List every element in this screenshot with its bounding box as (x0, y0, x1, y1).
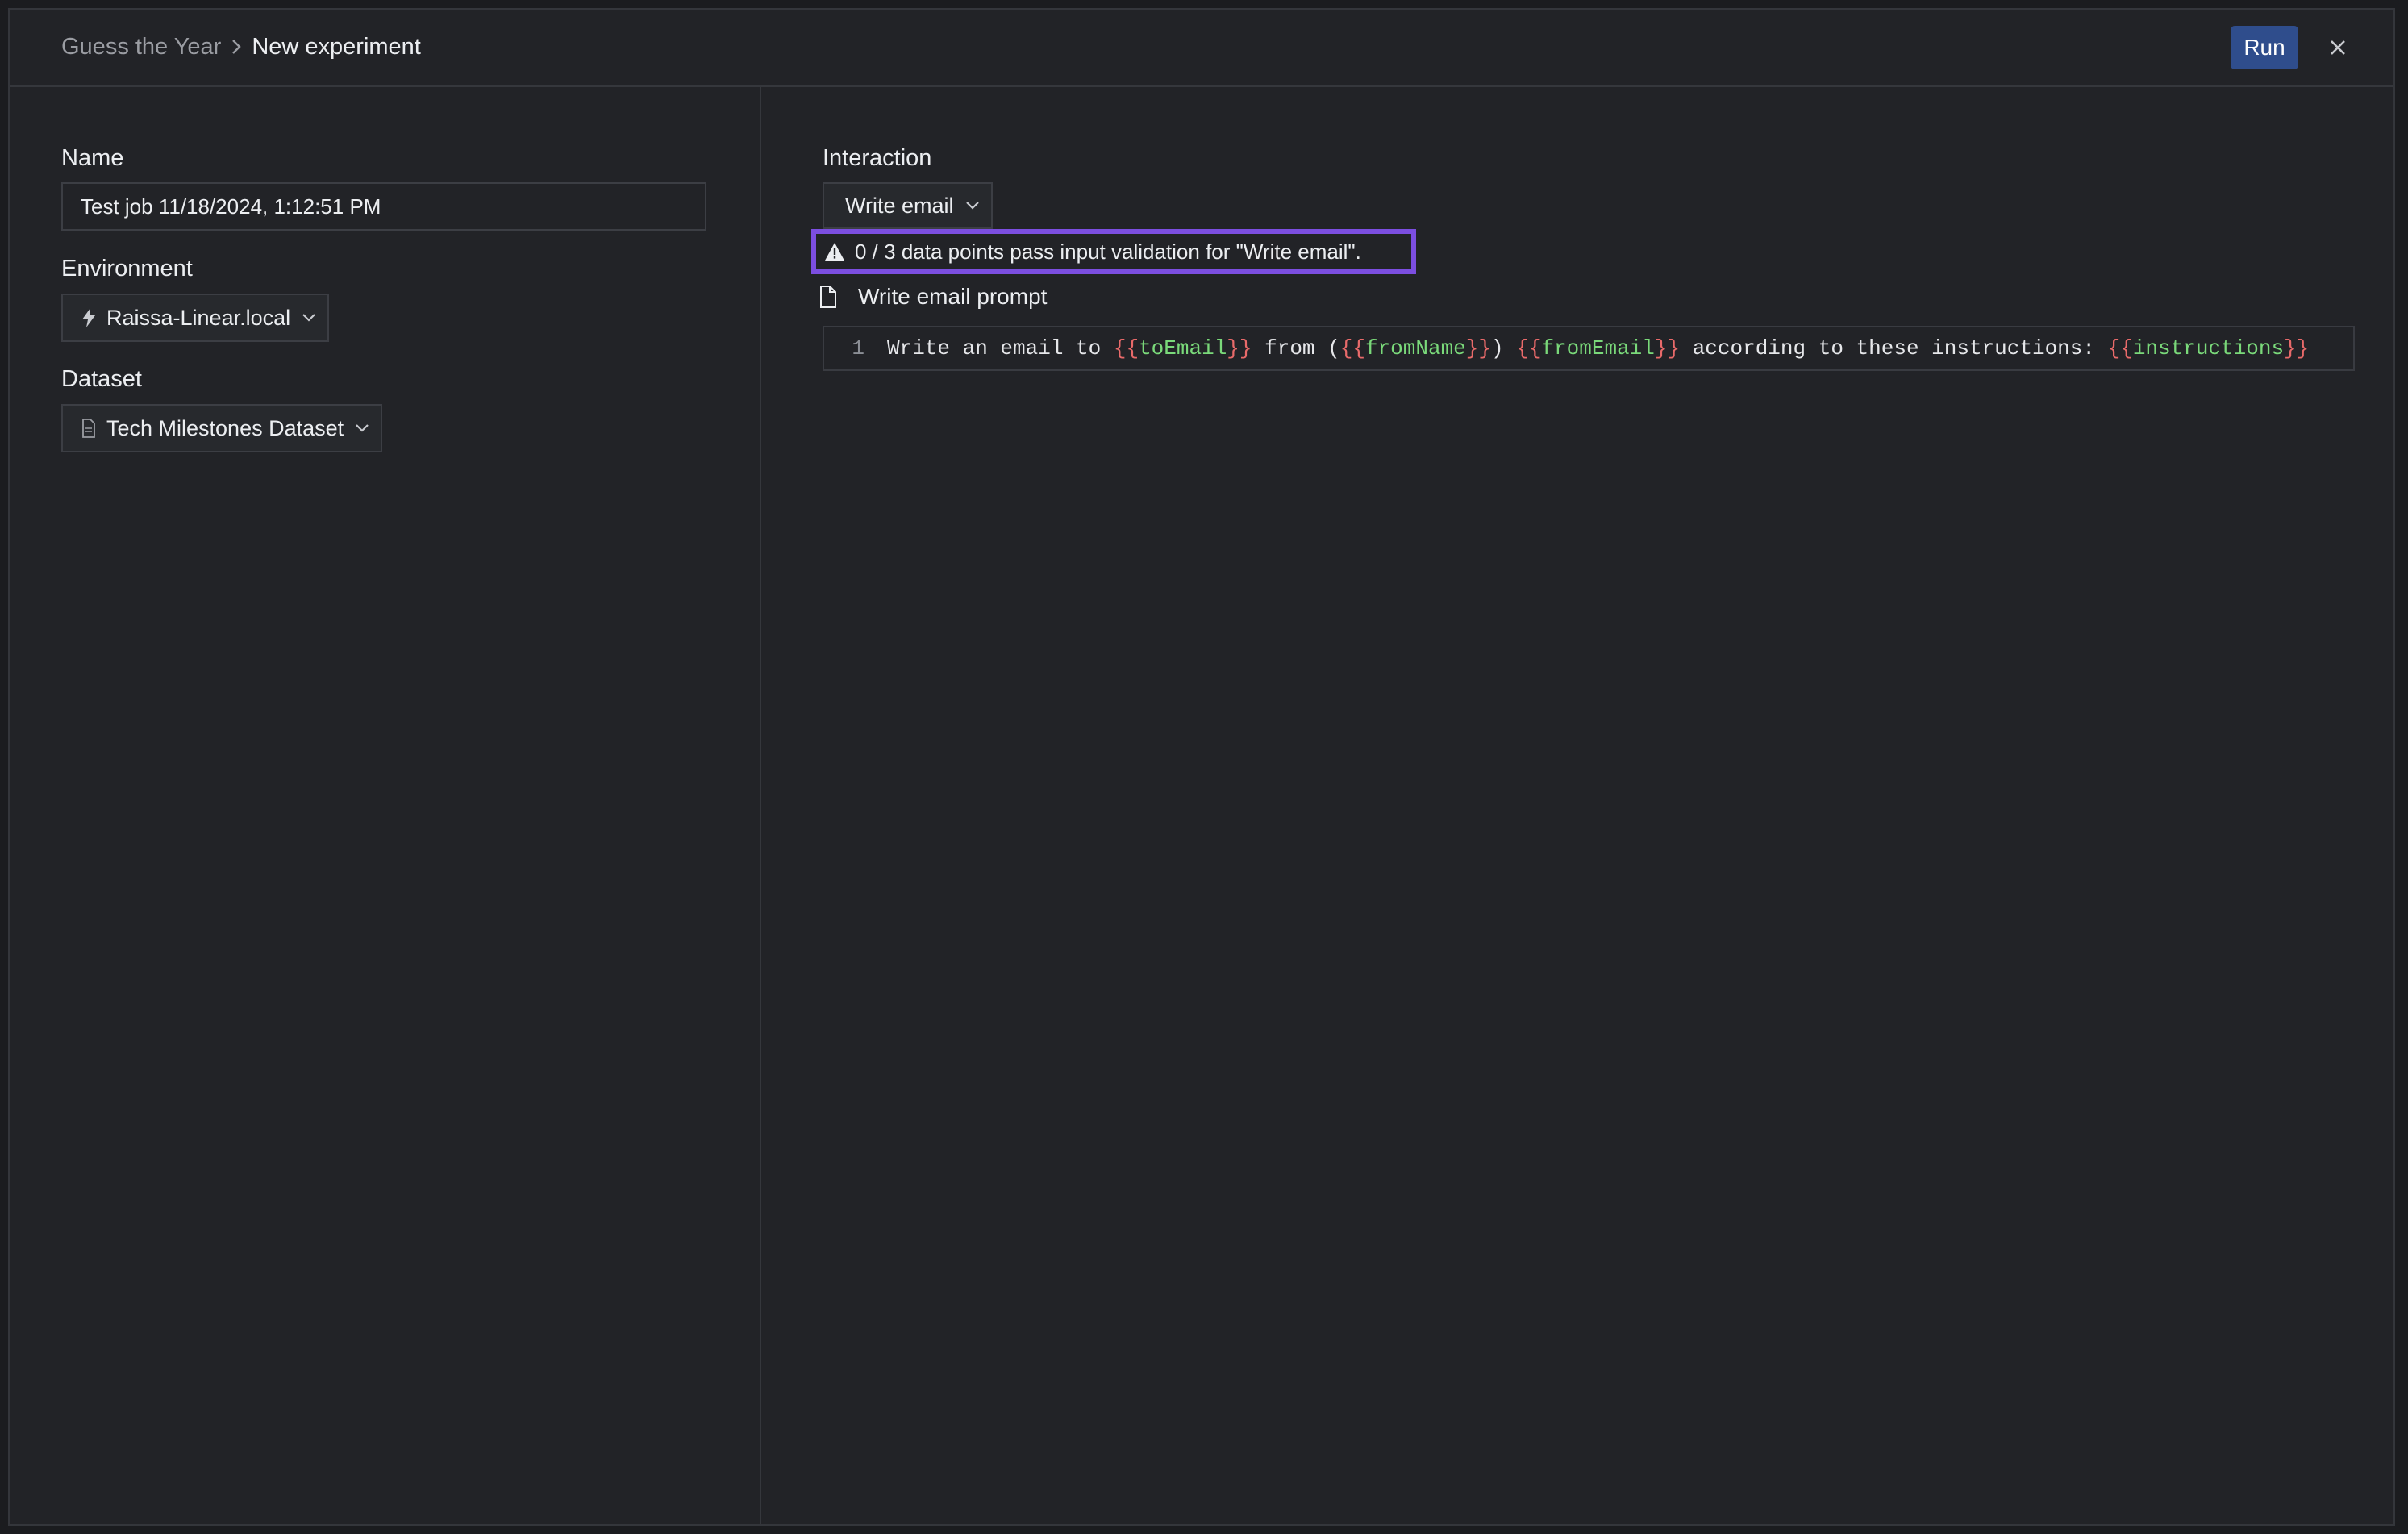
template-brace: {{ (2107, 336, 2133, 361)
left-panel: Name Test job 11/18/2024, 1:12:51 PM Env… (10, 87, 761, 1524)
name-field[interactable]: Test job 11/18/2024, 1:12:51 PM (61, 182, 706, 231)
breadcrumb-parent-link[interactable]: Guess the Year (61, 32, 221, 61)
template-brace: }} (2284, 336, 2310, 361)
prompt-text: ) (1491, 336, 1517, 361)
warning-icon (824, 242, 845, 261)
lightning-icon (81, 307, 97, 328)
environment-label: Environment (61, 256, 193, 281)
interaction-label: Interaction (823, 145, 932, 171)
validation-warning: 0 / 3 data points pass input validation … (811, 229, 1416, 274)
prompt-title: Write email prompt (819, 284, 1047, 310)
interaction-select-value: Write email (845, 193, 954, 218)
environment-select-value: Raissa-Linear.local (106, 305, 291, 330)
template-variable: fromEmail (1541, 336, 1655, 361)
document-icon (819, 286, 837, 308)
chevron-down-icon (302, 313, 316, 323)
document-icon (81, 419, 97, 438)
template-variable: toEmail (1139, 336, 1227, 361)
template-brace: {{ (1516, 336, 1542, 361)
name-field-value: Test job 11/18/2024, 1:12:51 PM (81, 194, 381, 219)
template-variable: fromName (1364, 336, 1466, 361)
template-variable: instructions (2132, 336, 2285, 361)
prompt-text: according to these instructions: (1680, 336, 2108, 361)
interaction-select[interactable]: Write email (823, 182, 993, 229)
dataset-select-value: Tech Milestones Dataset (106, 415, 344, 440)
breadcrumb: Guess the Year New experiment (61, 32, 421, 61)
right-panel: Interaction Write email 0 / 3 data point… (761, 87, 2393, 1524)
prompt-code-line: Write an email to {{toEmail}} from ({{fr… (887, 336, 2309, 361)
chevron-down-icon (965, 201, 980, 211)
prompt-text: Write an email to (887, 336, 1114, 361)
template-brace: }} (1654, 336, 1681, 361)
template-brace: }} (1227, 336, 1252, 361)
chevron-down-icon (355, 423, 369, 433)
dialog-header: Guess the Year New experiment Run (10, 10, 2393, 87)
name-label: Name (61, 145, 124, 171)
dataset-select[interactable]: Tech Milestones Dataset (61, 404, 383, 452)
close-icon[interactable] (2324, 34, 2352, 61)
chevron-right-icon (231, 38, 242, 56)
experiment-dialog: Guess the Year New experiment Run Name T… (8, 8, 2395, 1526)
environment-select[interactable]: Raissa-Linear.local (61, 294, 330, 342)
prompt-text: from ( (1252, 336, 1340, 361)
prompt-title-text: Write email prompt (858, 284, 1048, 309)
dataset-label: Dataset (61, 366, 142, 392)
template-brace: {{ (1339, 336, 1365, 361)
line-number: 1 (852, 336, 864, 361)
breadcrumb-current: New experiment (252, 34, 421, 60)
validation-warning-text: 0 / 3 data points pass input validation … (855, 239, 1361, 264)
run-button[interactable]: Run (2231, 26, 2298, 69)
template-brace: {{ (1113, 336, 1139, 361)
prompt-editor[interactable]: 1 Write an email to {{toEmail}} from ({{… (823, 326, 2355, 371)
template-brace: }} (1465, 336, 1491, 361)
